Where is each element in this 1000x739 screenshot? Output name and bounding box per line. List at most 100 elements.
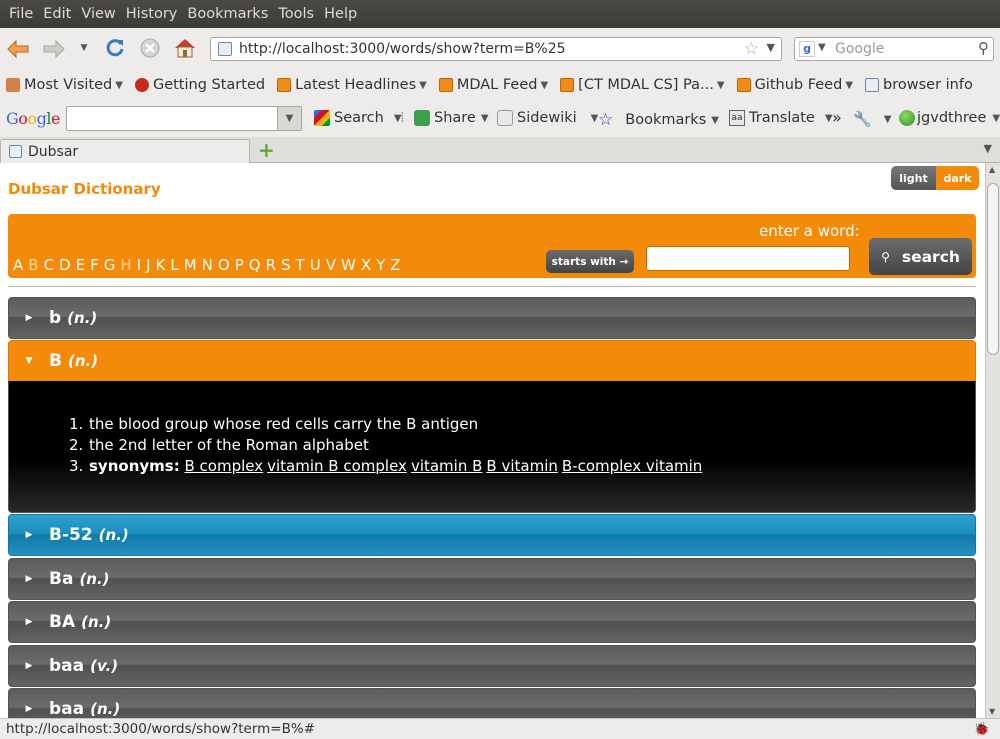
letter-s[interactable]: S <box>281 256 291 274</box>
bookmark-label: Getting Started <box>152 77 266 93</box>
scroll-up-icon[interactable]: ▲ <box>989 165 995 174</box>
letter-i[interactable]: I <box>137 256 141 274</box>
google-g-icon <box>314 110 330 126</box>
site-identity-icon[interactable] <box>218 42 232 56</box>
entry-b-52[interactable]: ▶ B-52 (n.) <box>8 514 976 556</box>
url-bar[interactable]: http://localhost:3000/words/show?term=B%… <box>210 37 782 61</box>
entry-baa-verb[interactable]: ▶ baa (v.) <box>8 645 976 687</box>
site-title[interactable]: Dubsar Dictionary <box>8 180 161 198</box>
google-sidewiki-button[interactable]: Sidewiki ▼ <box>497 110 598 126</box>
chevron-down-icon: ▼ <box>419 79 427 91</box>
chevron-down-icon[interactable]: ▼ <box>277 107 301 130</box>
theme-light-button[interactable]: light <box>891 166 936 190</box>
synonym-link[interactable]: B vitamin <box>486 457 557 475</box>
entry-b-upper[interactable]: ▼ B (n.) <box>8 340 976 382</box>
bookmark-ct-mdal-cs[interactable]: [CT MDAL CS] Pa... ▼ <box>560 77 725 93</box>
toolbar-overflow-button[interactable]: » <box>832 108 842 127</box>
google-translate-button[interactable]: aa Translate ▼ <box>729 110 833 126</box>
history-dropdown[interactable]: ▼ <box>78 42 90 54</box>
letter-b[interactable]: B <box>28 256 38 274</box>
letter-j[interactable]: J <box>146 256 150 274</box>
google-bookmarks-button[interactable]: ☆ Bookmarks ▼ <box>598 110 719 130</box>
letter-l[interactable]: L <box>170 256 178 274</box>
menu-tools[interactable]: Tools <box>273 6 319 22</box>
google-share-button[interactable]: Share ▼ <box>414 110 489 126</box>
tab-list-button[interactable]: ▼ <box>984 142 992 155</box>
back-button[interactable] <box>6 38 30 60</box>
word-input[interactable] <box>646 246 850 271</box>
url-dropdown-icon[interactable]: ▼ <box>767 41 775 54</box>
home-button[interactable] <box>173 36 197 60</box>
letter-x[interactable]: X <box>361 256 371 274</box>
search-placeholder[interactable]: Google <box>835 41 884 57</box>
menu-edit[interactable]: Edit <box>38 6 76 22</box>
letter-v[interactable]: V <box>326 256 336 274</box>
scroll-down-icon[interactable]: ▼ <box>989 707 995 716</box>
letter-a[interactable]: A <box>13 256 23 274</box>
theme-dark-button[interactable]: dark <box>936 166 979 190</box>
letter-h[interactable]: H <box>120 256 131 274</box>
menu-bookmarks[interactable]: Bookmarks <box>182 6 273 22</box>
menu-history[interactable]: History <box>121 6 183 22</box>
new-tab-button[interactable]: + <box>258 138 275 162</box>
stop-button[interactable] <box>139 37 161 59</box>
letter-w[interactable]: W <box>341 256 356 274</box>
url-text[interactable]: http://localhost:3000/words/show?term=B%… <box>239 41 566 57</box>
letter-e[interactable]: E <box>76 256 85 274</box>
menu-file[interactable]: File <box>4 6 38 22</box>
synonym-link[interactable]: B complex <box>184 457 263 475</box>
reload-button[interactable] <box>104 37 126 59</box>
bookmark-star-icon[interactable]: ☆ <box>744 39 759 59</box>
menu-view[interactable]: View <box>76 6 120 22</box>
entry-ba[interactable]: ▶ Ba (n.) <box>8 558 976 600</box>
engine-dropdown-icon[interactable]: ▼ <box>818 42 826 53</box>
plus-icon: + <box>258 138 275 162</box>
magnifier-icon[interactable]: ⚲ <box>978 39 989 57</box>
firebug-icon[interactable]: 🐞 <box>974 720 990 739</box>
letter-y[interactable]: Y <box>376 256 385 274</box>
letter-t[interactable]: T <box>296 256 305 274</box>
scroll-thumb[interactable] <box>987 183 999 355</box>
entry-ba-upper[interactable]: ▶ BA (n.) <box>8 601 976 643</box>
search-engine-box[interactable]: g ▼ Google ⚲ <box>794 37 994 61</box>
bookmark-latest-headlines[interactable]: Latest Headlines ▼ <box>277 77 427 93</box>
vertical-scrollbar[interactable]: ▲ ▼ <box>985 163 1000 718</box>
google-logo[interactable]: Google <box>6 109 60 128</box>
bookmark-mdal-feed[interactable]: MDAL Feed ▼ <box>438 77 548 93</box>
chevron-down-icon: ▼ <box>716 79 725 91</box>
starts-with-button[interactable]: starts with → <box>546 250 634 273</box>
rss-icon <box>736 78 751 92</box>
entry-b-lower[interactable]: ▶ b (n.) <box>8 297 976 339</box>
google-engine-icon[interactable]: g <box>799 41 815 57</box>
bookmark-github-feed[interactable]: Github Feed ▼ <box>736 77 853 93</box>
synonym-link[interactable]: B-complex vitamin <box>562 457 702 475</box>
letter-g[interactable]: G <box>104 256 116 274</box>
letter-n[interactable]: N <box>202 256 213 274</box>
letter-u[interactable]: U <box>310 256 321 274</box>
letter-c[interactable]: C <box>44 256 54 274</box>
letter-m[interactable]: M <box>184 256 197 274</box>
google-account-button[interactable]: jgvdthree ▼ <box>899 110 1000 126</box>
synonym-link[interactable]: vitamin B complex <box>267 457 407 475</box>
entry-baa-noun[interactable]: ▶ baa (n.) <box>8 688 976 718</box>
bookmark-getting-started[interactable]: Getting Started <box>134 77 266 93</box>
synonym-link[interactable]: vitamin B <box>411 457 482 475</box>
letter-q[interactable]: Q <box>249 256 261 274</box>
google-search-input[interactable]: ▼ <box>66 106 302 131</box>
toolbar-settings-button[interactable]: 🔧 ▼ <box>853 110 891 128</box>
letter-p[interactable]: P <box>235 256 244 274</box>
letter-f[interactable]: F <box>90 256 99 274</box>
letter-d[interactable]: D <box>59 256 71 274</box>
search-button[interactable]: ⚲ search <box>869 238 972 275</box>
tab-dubsar[interactable]: Dubsar <box>0 139 250 163</box>
bookmark-browser-info[interactable]: browser info <box>865 77 973 93</box>
bookmark-most-visited[interactable]: Most Visited ▼ <box>6 77 123 93</box>
forward-button[interactable] <box>42 38 66 60</box>
menu-help[interactable]: Help <box>319 6 362 22</box>
letter-r[interactable]: R <box>266 256 276 274</box>
google-toolbar: Google ▼ Search ▼ ⁞ Share ▼ Sidewiki ▼ ☆… <box>0 101 1000 137</box>
letter-k[interactable]: K <box>156 256 166 274</box>
letter-z[interactable]: Z <box>390 256 400 274</box>
letter-o[interactable]: O <box>218 256 230 274</box>
google-search-button[interactable]: Search ▼ <box>314 110 402 126</box>
